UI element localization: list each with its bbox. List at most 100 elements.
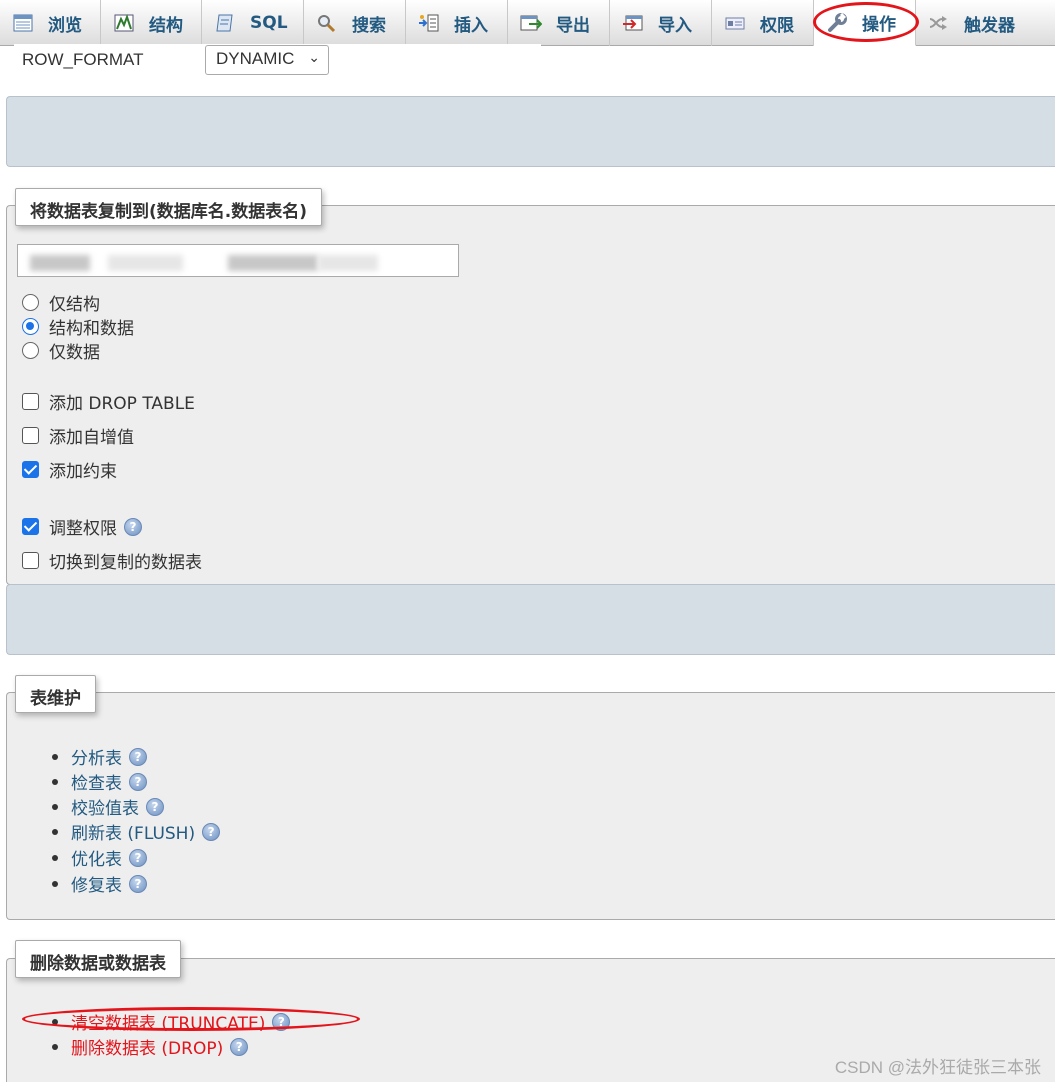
help-icon[interactable]: ? [272, 1012, 291, 1031]
help-icon[interactable]: ? [129, 772, 147, 791]
maintenance-item-check[interactable]: 检查表 ? [52, 769, 147, 794]
help-icon[interactable]: ? [230, 1037, 249, 1056]
radio-button[interactable] [22, 318, 39, 335]
link-drop-table[interactable]: 删除数据表 (DROP) [71, 1034, 223, 1059]
structure-icon [113, 13, 135, 33]
tab-label: 插入 [454, 15, 488, 36]
help-icon[interactable]: ? [202, 822, 221, 841]
row-format-select[interactable]: DYNAMIC ⌄ [205, 45, 329, 75]
tab-label: SQL [250, 13, 288, 33]
bullet [52, 854, 58, 861]
checkbox[interactable] [22, 427, 39, 444]
checkbox[interactable] [22, 518, 39, 535]
radio-button[interactable] [22, 342, 39, 359]
tab-triggers[interactable]: 触发器 [916, 0, 1033, 46]
radio-structure-and-data[interactable]: 结构和数据 [22, 314, 134, 339]
wrench-icon [826, 12, 848, 33]
radio-data-only[interactable]: 仅数据 [22, 338, 100, 363]
tab-export[interactable]: 导出 [508, 0, 610, 46]
checkbox-label: 调整权限 [49, 519, 117, 539]
link-repair-table[interactable]: 修复表 [71, 871, 122, 896]
link-checksum-table[interactable]: 校验值表 [71, 794, 139, 819]
chevron-down-icon: ⌄ [308, 49, 320, 65]
help-icon[interactable]: ? [129, 874, 147, 893]
bullet [52, 828, 58, 835]
insert-icon [418, 13, 440, 33]
redacted-value [30, 255, 90, 271]
tab-privileges[interactable]: 权限 [712, 0, 814, 46]
maintenance-legend: 表维护 [15, 675, 96, 713]
radio-button[interactable] [22, 294, 39, 311]
row-format-row: ROW_FORMAT DYNAMIC ⌄ [14, 44, 541, 86]
link-check-table[interactable]: 检查表 [71, 769, 122, 794]
bullet [52, 753, 58, 760]
copy-table-legend: 将数据表复制到(数据库名.数据表名) [15, 188, 322, 226]
bullet [52, 880, 58, 887]
maintenance-item-repair[interactable]: 修复表 ? [52, 871, 147, 896]
checkbox[interactable] [22, 393, 39, 410]
tab-label: 搜索 [352, 15, 386, 36]
check-switch-to-copied-table[interactable]: 切换到复制的数据表 [22, 548, 202, 573]
checkbox[interactable] [22, 552, 39, 569]
tab-browse[interactable]: 浏览 [0, 0, 101, 46]
radio-label: 结构和数据 [49, 319, 134, 339]
tab-label: 结构 [149, 15, 183, 36]
checkbox[interactable] [22, 461, 39, 478]
maintenance-item-analyze[interactable]: 分析表 ? [52, 744, 147, 769]
checkbox-label: 添加自增值 [49, 428, 134, 448]
tab-label: 导入 [658, 15, 692, 36]
tab-label: 操作 [862, 15, 896, 35]
help-icon[interactable]: ? [146, 797, 164, 816]
tab-operations[interactable]: 操作 [814, 0, 916, 46]
tab-import[interactable]: 导入 [610, 0, 712, 46]
bullet [52, 803, 58, 810]
link-optimize-table[interactable]: 优化表 [71, 845, 122, 870]
help-icon[interactable]: ? [129, 747, 147, 766]
bullet [52, 1043, 58, 1050]
tab-label: 浏览 [48, 15, 82, 36]
copy-target-input[interactable] [17, 244, 459, 277]
link-analyze-table[interactable]: 分析表 [71, 744, 122, 769]
tab-search[interactable]: 搜索 [304, 0, 406, 46]
radio-structure-only[interactable]: 仅结构 [22, 290, 100, 315]
check-add-auto-increment[interactable]: 添加自增值 [22, 423, 134, 448]
tab-bar: 浏览 结构 SQL 搜索 插入 导出 导入 权限 操作 触发器 [0, 0, 1055, 46]
maintenance-item-optimize[interactable]: 优化表 ? [52, 845, 147, 870]
help-icon[interactable]: ? [129, 848, 147, 867]
row-format-label: ROW_FORMAT [22, 50, 144, 69]
checkbox-label: 添加 DROP TABLE [49, 394, 195, 414]
maintenance-item-checksum[interactable]: 校验值表 ? [52, 794, 164, 819]
triggers-icon [928, 13, 950, 33]
radio-label: 仅结构 [49, 295, 100, 315]
bullet [52, 1018, 58, 1025]
privileges-icon [724, 13, 746, 33]
tab-sql[interactable]: SQL [202, 0, 304, 46]
help-icon[interactable]: ? [124, 517, 142, 536]
check-adjust-privileges[interactable]: 调整权限 ? [22, 514, 142, 539]
check-add-drop-table[interactable]: 添加 DROP TABLE [22, 389, 195, 414]
checkbox-label: 添加约束 [49, 462, 117, 482]
tab-structure[interactable]: 结构 [101, 0, 202, 46]
footer-panel-copy [6, 584, 1055, 655]
redacted-value [108, 255, 183, 271]
delete-legend: 删除数据或数据表 [15, 940, 181, 978]
link-flush-table[interactable]: 刷新表 (FLUSH) [71, 819, 195, 844]
browse-icon [12, 13, 34, 33]
sql-icon [214, 13, 236, 33]
footer-panel-options [6, 96, 1055, 167]
import-icon [622, 13, 644, 33]
bullet [52, 778, 58, 785]
delete-item-truncate[interactable]: 清空数据表 (TRUNCATE) ? [52, 1009, 291, 1034]
row-format-value: DYNAMIC [216, 49, 295, 68]
maintenance-item-flush[interactable]: 刷新表 (FLUSH) ? [52, 819, 221, 844]
tab-label: 触发器 [964, 15, 1015, 36]
checkbox-label: 切换到复制的数据表 [49, 553, 202, 573]
delete-item-drop[interactable]: 删除数据表 (DROP) ? [52, 1034, 249, 1059]
tab-insert[interactable]: 插入 [406, 0, 508, 46]
link-truncate-table[interactable]: 清空数据表 (TRUNCATE) [71, 1009, 265, 1034]
watermark: CSDN @法外狂徒张三本张 [834, 1058, 1041, 1077]
search-icon [316, 13, 338, 33]
redacted-value [318, 255, 378, 271]
export-icon [520, 13, 543, 33]
check-add-constraints[interactable]: 添加约束 [22, 457, 117, 482]
